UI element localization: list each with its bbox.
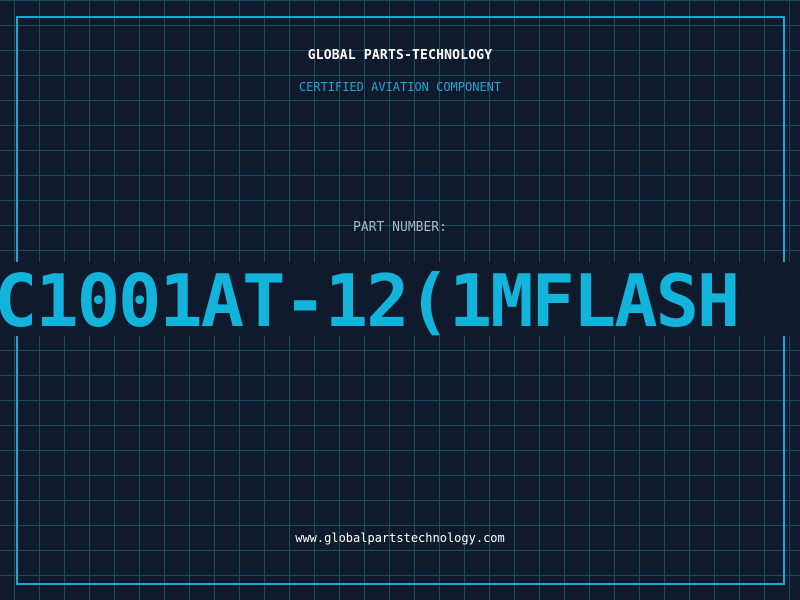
brand-title: GLOBAL PARTS-TECHNOLOGY	[307, 48, 493, 63]
part-number-value: C1001AT-12(1MFLASH	[0, 262, 740, 336]
website-url: www.globalpartstechnology.com	[295, 531, 505, 545]
brand-subtitle: CERTIFIED AVIATION COMPONENT	[298, 80, 502, 94]
part-number-band: C1001AT-12(1MFLASH	[0, 262, 800, 336]
part-number-label: PART NUMBER:	[353, 220, 447, 235]
